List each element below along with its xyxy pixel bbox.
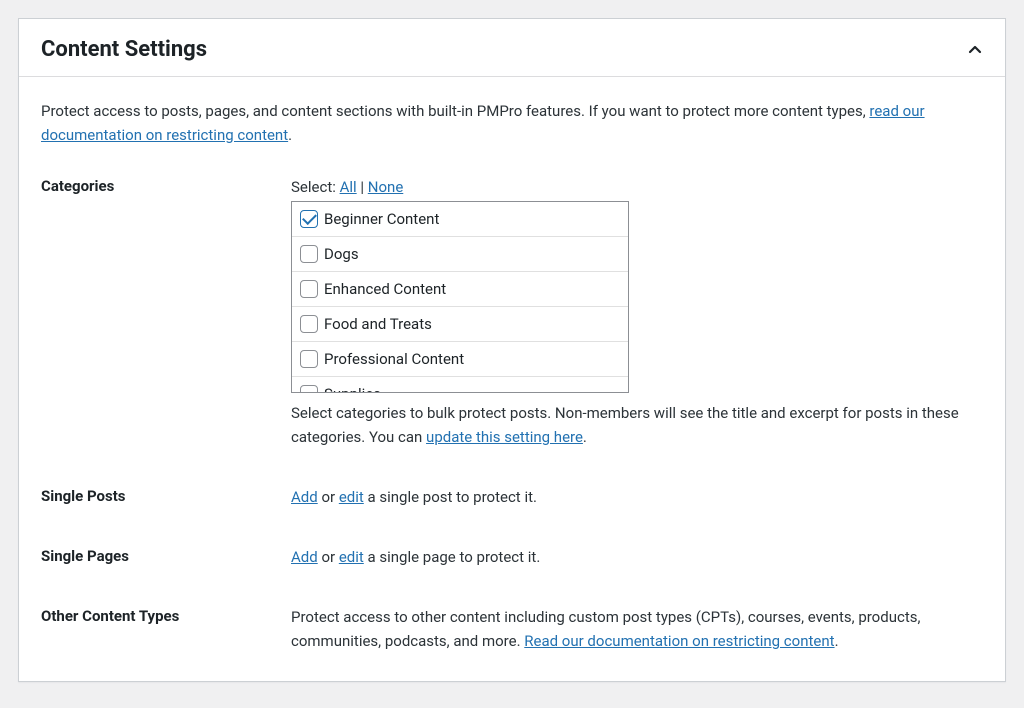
single-posts-mid: or bbox=[318, 488, 339, 506]
category-checkbox[interactable] bbox=[300, 280, 318, 298]
categories-select-line: Select: All | None bbox=[291, 175, 983, 199]
category-checkbox[interactable] bbox=[300, 210, 318, 228]
category-label: Food and Treats bbox=[324, 312, 432, 336]
categories-row: Categories Select: All | None Beginner C… bbox=[41, 175, 983, 449]
single-posts-edit-link[interactable]: edit bbox=[339, 488, 364, 506]
single-pages-label: Single Pages bbox=[41, 545, 291, 569]
intro-after: . bbox=[288, 126, 292, 144]
categories-helper-before: Select categories to bulk protect posts.… bbox=[291, 404, 959, 446]
other-content-text: Protect access to other content includin… bbox=[291, 605, 983, 653]
category-label: Supplies bbox=[324, 382, 381, 393]
category-item[interactable]: Food and Treats bbox=[292, 307, 628, 342]
single-pages-edit-link[interactable]: edit bbox=[339, 548, 364, 566]
category-item[interactable]: Beginner Content bbox=[292, 202, 628, 237]
other-after: . bbox=[835, 632, 839, 650]
category-label: Enhanced Content bbox=[324, 277, 446, 301]
intro-text: Protect access to posts, pages, and cont… bbox=[41, 99, 983, 147]
select-sep: | bbox=[357, 178, 368, 196]
other-content-row: Other Content Types Protect access to ot… bbox=[41, 605, 983, 653]
category-label: Dogs bbox=[324, 242, 359, 266]
categories-helper: Select categories to bulk protect posts.… bbox=[291, 401, 983, 449]
single-pages-content: Add or edit a single page to protect it. bbox=[291, 545, 983, 569]
single-posts-row: Single Posts Add or edit a single post t… bbox=[41, 485, 983, 509]
select-prefix: Select: bbox=[291, 178, 340, 196]
category-label: Beginner Content bbox=[324, 207, 439, 231]
other-doc-link[interactable]: Read our documentation on restricting co… bbox=[524, 632, 834, 650]
category-item[interactable]: Enhanced Content bbox=[292, 272, 628, 307]
single-posts-label: Single Posts bbox=[41, 485, 291, 509]
single-posts-add-link[interactable]: Add bbox=[291, 488, 318, 506]
category-checkbox[interactable] bbox=[300, 350, 318, 368]
category-item[interactable]: Dogs bbox=[292, 237, 628, 272]
categories-listbox[interactable]: Beginner Content Dogs Enhanced Content Food… bbox=[291, 201, 629, 393]
categories-helper-link[interactable]: update this setting here bbox=[426, 428, 583, 446]
categories-label: Categories bbox=[41, 175, 291, 449]
category-item[interactable]: Supplies bbox=[292, 377, 628, 393]
panel-title: Content Settings bbox=[41, 37, 207, 62]
single-posts-tail: a single post to protect it. bbox=[364, 488, 537, 506]
panel-header[interactable]: Content Settings bbox=[19, 19, 1005, 77]
single-pages-tail: a single page to protect it. bbox=[364, 548, 541, 566]
categories-content: Select: All | None Beginner Content Dogs E… bbox=[291, 175, 983, 449]
single-pages-row: Single Pages Add or edit a single page t… bbox=[41, 545, 983, 569]
content-settings-panel: Content Settings Protect access to posts… bbox=[18, 18, 1006, 682]
intro-before: Protect access to posts, pages, and cont… bbox=[41, 102, 869, 120]
single-pages-add-link[interactable]: Add bbox=[291, 548, 318, 566]
single-posts-content: Add or edit a single post to protect it. bbox=[291, 485, 983, 509]
other-content-label: Other Content Types bbox=[41, 605, 291, 653]
category-checkbox[interactable] bbox=[300, 245, 318, 263]
category-checkbox[interactable] bbox=[300, 385, 318, 393]
select-none-link[interactable]: None bbox=[368, 178, 404, 196]
category-item[interactable]: Professional Content bbox=[292, 342, 628, 377]
categories-helper-after: . bbox=[583, 428, 587, 446]
category-checkbox[interactable] bbox=[300, 315, 318, 333]
chevron-up-icon bbox=[967, 42, 983, 58]
select-all-link[interactable]: All bbox=[340, 178, 357, 196]
panel-body: Protect access to posts, pages, and cont… bbox=[19, 77, 1005, 681]
single-pages-mid: or bbox=[318, 548, 339, 566]
category-label: Professional Content bbox=[324, 347, 464, 371]
